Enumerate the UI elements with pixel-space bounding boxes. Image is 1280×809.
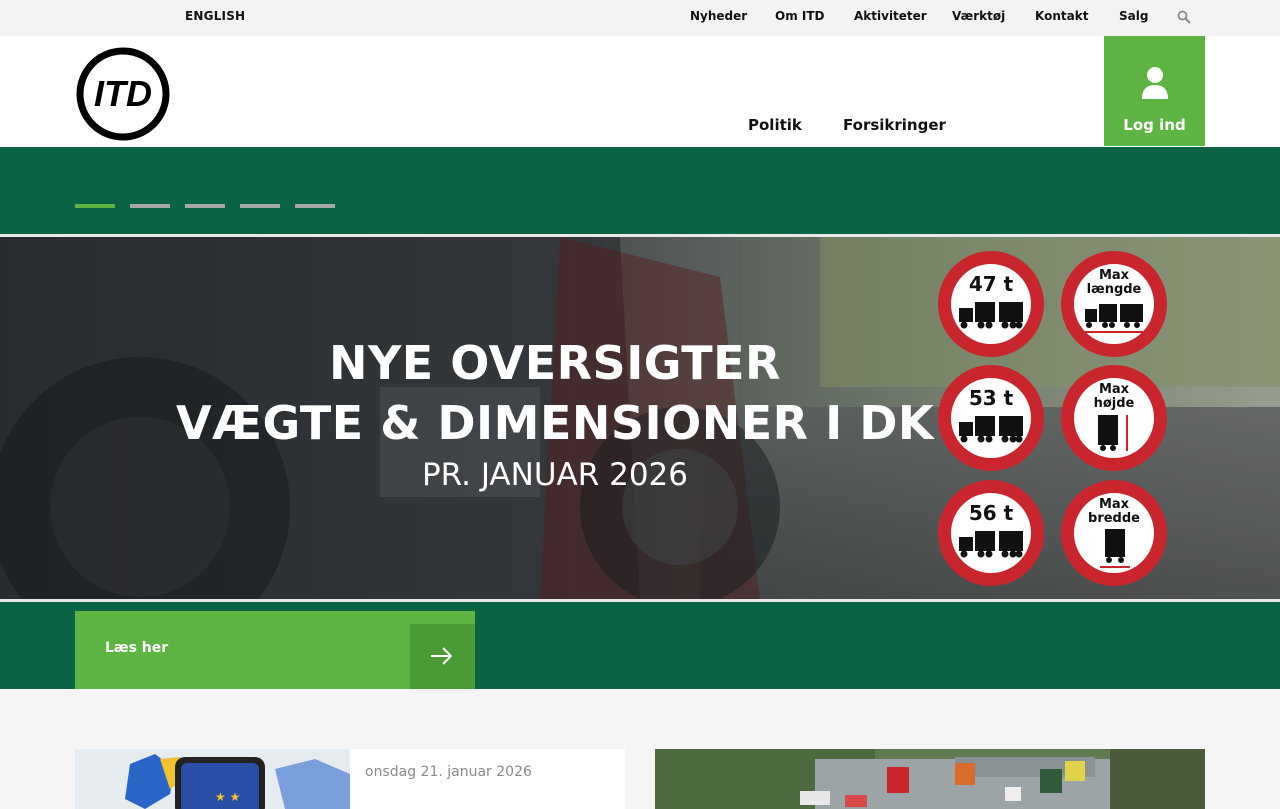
slider-dot-1[interactable] (75, 204, 115, 208)
sign-56t: 56 t (938, 480, 1044, 586)
nav-link-aktiviteter[interactable]: Aktiviteter (854, 9, 927, 23)
read-more-label: Læs her (105, 640, 169, 656)
main-nav-politik[interactable]: Politik (748, 116, 802, 134)
nav-link-salg[interactable]: Salg (1119, 9, 1148, 23)
login-button[interactable]: Log ind (1104, 36, 1205, 146)
main-nav-forsikringer[interactable]: Forsikringer (843, 116, 946, 134)
sign-47t: 47 t (938, 251, 1044, 357)
sign-max-width: Max bredde (1061, 480, 1167, 586)
slider-dot-2[interactable] (130, 204, 170, 208)
user-icon (1141, 66, 1169, 100)
site-header: ITD Politik Forsikringer Log ind (0, 36, 1280, 147)
news-card-image: ★ ★ (75, 749, 350, 809)
read-more-button[interactable]: Læs her (75, 611, 475, 689)
slider-dot-3[interactable] (185, 204, 225, 208)
sign-53t: 53 t (938, 365, 1044, 471)
logo-wordmark: ITD (94, 73, 152, 114)
nav-link-vaerktoej[interactable]: Værktøj (952, 9, 1005, 23)
hero-banner[interactable]: NYE OVERSIGTER VÆGTE & DIMENSIONER I DK … (0, 234, 1280, 602)
utility-bar: ENGLISH Nyheder Om ITD Aktiviteter Værkt… (0, 0, 1280, 36)
slider-dot-4[interactable] (240, 204, 280, 208)
hero-slider: NYE OVERSIGTER VÆGTE & DIMENSIONER I DK … (0, 147, 1280, 689)
news-card[interactable] (655, 749, 1205, 809)
highway-image (655, 749, 1205, 809)
arrow-right-icon (410, 624, 475, 689)
svg-text:★ ★: ★ ★ (215, 790, 240, 804)
news-card-date: onsdag 21. januar 2026 (365, 764, 532, 780)
sign-max-height: Max højde (1061, 365, 1167, 471)
itd-logo[interactable]: ITD (75, 46, 171, 142)
nav-link-kontakt[interactable]: Kontakt (1035, 9, 1088, 23)
slider-dot-5[interactable] (295, 204, 335, 208)
search-icon[interactable] (1177, 9, 1191, 24)
nav-link-om-itd[interactable]: Om ITD (775, 9, 825, 23)
banner-subtitle: PR. JANUAR 2026 (421, 457, 688, 493)
login-label: Log ind (1123, 116, 1186, 134)
news-card[interactable]: ★ ★ onsdag 21. januar 2026 (75, 749, 625, 809)
language-link[interactable]: ENGLISH (185, 9, 245, 23)
nav-link-nyheder[interactable]: Nyheder (690, 9, 747, 23)
banner-title-line-1: NYE OVERSIGTER (329, 336, 781, 390)
sign-max-length: Max længde (1061, 251, 1167, 357)
